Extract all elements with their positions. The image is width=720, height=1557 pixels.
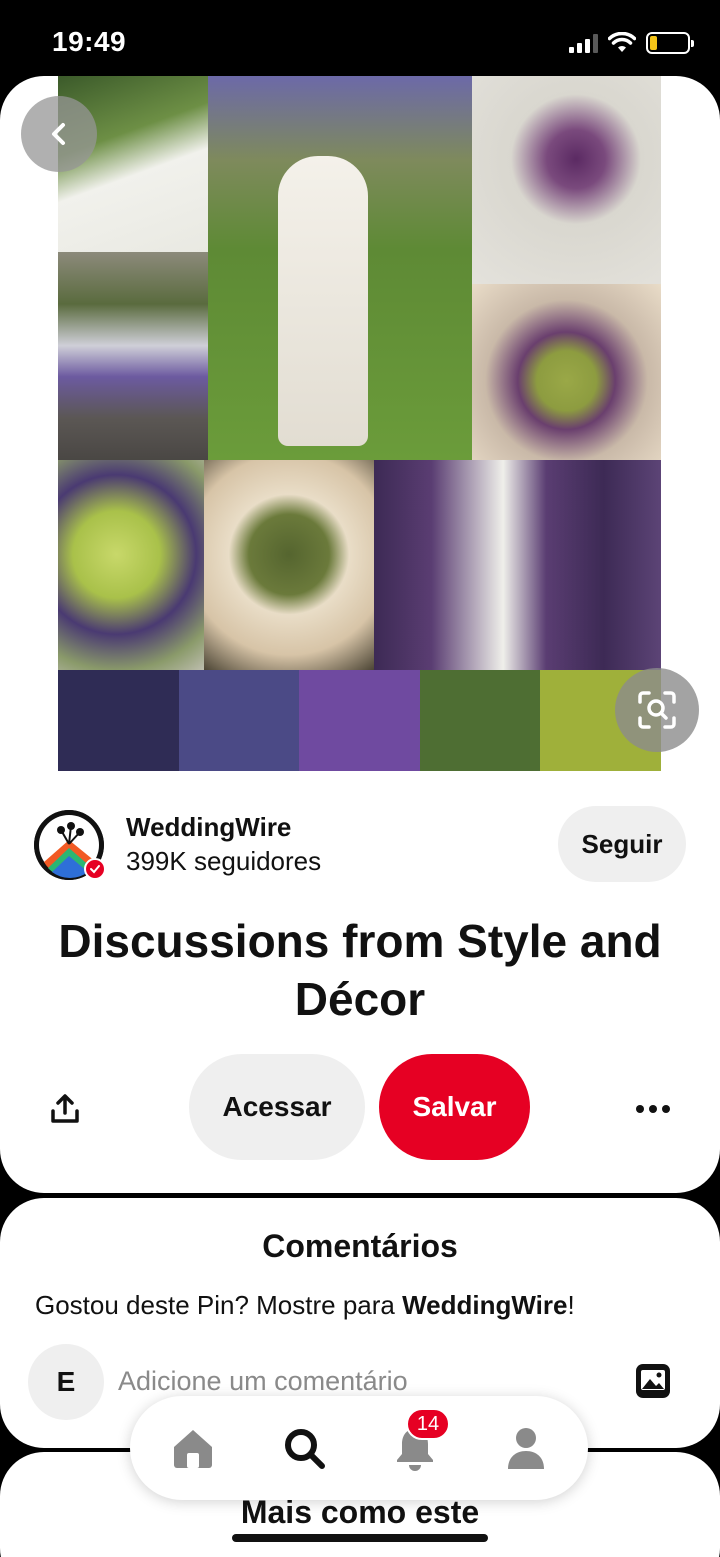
- search-icon: [285, 1429, 325, 1469]
- photo-flower-girls: [58, 252, 208, 460]
- comments-prompt: Gostou deste Pin? Mostre para WeddingWir…: [35, 1290, 575, 1321]
- pin-image-collage[interactable]: [58, 76, 661, 771]
- pin-title: Discussions from Style and Décor: [58, 915, 662, 1025]
- profile-icon: [508, 1428, 544, 1469]
- pin-card: WeddingWire 399K seguidores Seguir Discu…: [0, 76, 720, 1193]
- palette-swatch: [299, 670, 420, 771]
- creator-name[interactable]: WeddingWire: [126, 812, 291, 843]
- user-avatar[interactable]: E: [28, 1344, 104, 1420]
- palette-swatch: [178, 670, 300, 771]
- status-icons: [569, 30, 694, 56]
- back-button[interactable]: [21, 96, 97, 172]
- save-button[interactable]: Salvar: [379, 1054, 530, 1160]
- notifications-badge: 14: [406, 1408, 450, 1440]
- color-palette: [58, 670, 661, 771]
- photo-bridesmaids: [374, 460, 661, 670]
- comments-prompt-creator: WeddingWire: [402, 1290, 568, 1320]
- follow-button[interactable]: Seguir: [558, 806, 686, 882]
- home-indicator: [232, 1534, 488, 1542]
- bottom-nav: 14: [130, 1396, 588, 1500]
- palette-swatch: [419, 670, 541, 771]
- visual-search-button[interactable]: [615, 668, 699, 752]
- home-icon: [174, 1430, 212, 1468]
- photo-icon: [636, 1364, 670, 1398]
- photo-rings: [204, 460, 374, 670]
- chevron-left-icon: [52, 123, 65, 145]
- palette-swatch: [58, 670, 179, 771]
- photo-cake: [472, 284, 661, 460]
- comments-prompt-end: !: [567, 1290, 575, 1320]
- comments-prompt-text: Gostou deste Pin? Mostre para: [35, 1290, 403, 1320]
- comments-title: Comentários: [262, 1228, 458, 1264]
- creator-followers: 399K seguidores: [126, 846, 322, 876]
- nav-search[interactable]: [278, 1422, 330, 1474]
- photo-bride: [208, 76, 472, 460]
- battery-icon: [646, 32, 694, 54]
- share-button[interactable]: [40, 1084, 90, 1134]
- nav-home[interactable]: [167, 1422, 219, 1474]
- visual-search-icon: [638, 691, 676, 729]
- access-button[interactable]: Acessar: [189, 1054, 365, 1160]
- wifi-icon: [608, 32, 636, 52]
- share-icon: [51, 1094, 79, 1123]
- ellipsis-icon: [636, 1105, 670, 1113]
- action-row: Acessar Salvar: [0, 1054, 720, 1160]
- signal-icon: [569, 33, 598, 53]
- status-bar: 19:49: [0, 0, 720, 78]
- photo-hydrangeas: [58, 460, 204, 670]
- status-time: 19:49: [52, 26, 127, 57]
- nav-profile[interactable]: [500, 1422, 552, 1474]
- add-photo-button[interactable]: [634, 1362, 672, 1400]
- photo-calla-lily: [472, 76, 661, 284]
- verified-badge-icon: [84, 858, 106, 880]
- more-options-button[interactable]: [628, 1084, 678, 1134]
- creator-row: WeddingWire 399K seguidores Seguir: [34, 806, 686, 886]
